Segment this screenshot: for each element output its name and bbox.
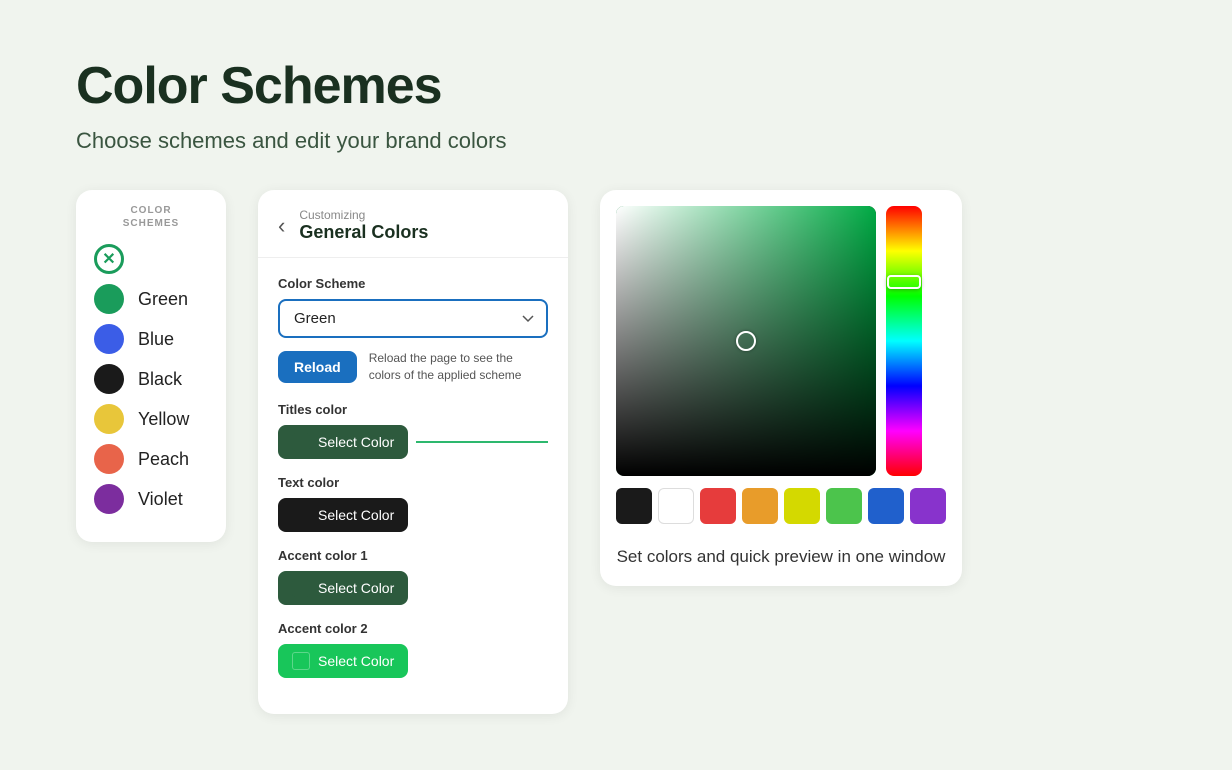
panel-header: ‹ Customizing General Colors	[258, 190, 568, 258]
panel-header-text: Customizing General Colors	[299, 208, 428, 243]
titles-color-btn[interactable]: Select Color	[278, 425, 408, 459]
accent2-color-label: Accent color 2	[278, 621, 548, 636]
scheme-dot-green	[94, 284, 124, 314]
swatch-white[interactable]	[658, 488, 694, 524]
scheme-dot-violet	[94, 484, 124, 514]
accent1-color-btn[interactable]: Select Color	[278, 571, 408, 605]
back-button[interactable]: ‹	[278, 215, 285, 237]
reload-desc: Reload the page to see the colors of the…	[369, 350, 548, 384]
accent1-color-label: Accent color 1	[278, 548, 548, 563]
main-content: COLORSCHEMES ✕ Green Blue Black	[76, 190, 1156, 714]
reload-row: Reload Reload the page to see the colors…	[278, 350, 548, 384]
scheme-item-blue[interactable]: Blue	[94, 324, 208, 354]
reload-button[interactable]: Reload	[278, 351, 357, 383]
text-color-row: Select Color	[278, 498, 548, 532]
swatch-red[interactable]	[700, 488, 736, 524]
titles-color-section: Titles color Select Color	[278, 402, 548, 459]
customize-panel: ‹ Customizing General Colors Color Schem…	[258, 190, 568, 714]
page-wrapper: Color Schemes Choose schemes and edit yo…	[36, 16, 1196, 754]
swatch-green[interactable]	[826, 488, 862, 524]
titles-color-line	[416, 441, 548, 443]
scheme-name-black: Black	[138, 369, 182, 390]
scheme-item-peach[interactable]: Peach	[94, 444, 208, 474]
titles-color-swatch	[292, 433, 310, 451]
swatch-black[interactable]	[616, 488, 652, 524]
scheme-item-yellow[interactable]: Yellow	[94, 404, 208, 434]
color-swatches-row	[616, 488, 946, 524]
accent1-color-section: Accent color 1 Select Color	[278, 548, 548, 605]
scheme-dot-peach	[94, 444, 124, 474]
titles-color-label: Titles color	[278, 402, 548, 417]
accent2-color-btn-label: Select Color	[318, 653, 394, 669]
page-subtitle: Choose schemes and edit your brand color…	[76, 128, 1156, 154]
text-color-btn[interactable]: Select Color	[278, 498, 408, 532]
text-color-label: Text color	[278, 475, 548, 490]
text-color-swatch	[292, 506, 310, 524]
scheme-item-black[interactable]: Black	[94, 364, 208, 394]
schemes-sidebar-label: COLORSCHEMES	[94, 204, 208, 230]
swatch-purple[interactable]	[910, 488, 946, 524]
text-color-btn-label: Select Color	[318, 507, 394, 523]
panel-body: Color Scheme Green Blue Black Yellow Pea…	[258, 258, 568, 714]
swatch-orange[interactable]	[742, 488, 778, 524]
accent1-color-row: Select Color	[278, 571, 548, 605]
accent1-color-btn-label: Select Color	[318, 580, 394, 596]
color-picker-main	[616, 206, 946, 476]
accent2-color-row: Select Color	[278, 644, 548, 678]
scheme-dot-x: ✕	[94, 244, 124, 274]
schemes-sidebar: COLORSCHEMES ✕ Green Blue Black	[76, 190, 226, 542]
scheme-name-yellow: Yellow	[138, 409, 189, 430]
scheme-dot-black	[94, 364, 124, 394]
titles-color-btn-label: Select Color	[318, 434, 394, 450]
hue-handle	[887, 275, 921, 289]
scheme-name-green: Green	[138, 289, 188, 310]
text-color-section: Text color Select Color	[278, 475, 548, 532]
accent1-color-swatch	[292, 579, 310, 597]
scheme-name-violet: Violet	[138, 489, 183, 510]
gradient-black	[616, 206, 876, 476]
hue-slider[interactable]	[886, 206, 922, 476]
titles-color-row: Select Color	[278, 425, 548, 459]
page-title: Color Schemes	[76, 56, 1156, 116]
scheme-name-peach: Peach	[138, 449, 189, 470]
swatch-blue[interactable]	[868, 488, 904, 524]
customizing-label: Customizing	[299, 208, 428, 222]
swatch-yellow[interactable]	[784, 488, 820, 524]
accent2-color-section: Accent color 2 Select Color	[278, 621, 548, 678]
accent2-color-swatch	[292, 652, 310, 670]
scheme-name-blue: Blue	[138, 329, 174, 350]
color-picker-panel: Set colors and quick preview in one wind…	[600, 190, 962, 586]
accent2-color-btn[interactable]: Select Color	[278, 644, 408, 678]
scheme-item-selected[interactable]: ✕	[94, 244, 208, 274]
picker-bottom-text: Set colors and quick preview in one wind…	[616, 544, 946, 570]
scheme-dot-blue	[94, 324, 124, 354]
scheme-item-green[interactable]: Green	[94, 284, 208, 314]
panel-title: General Colors	[299, 222, 428, 243]
color-gradient[interactable]	[616, 206, 876, 476]
scheme-dot-yellow	[94, 404, 124, 434]
color-scheme-label: Color Scheme	[278, 276, 548, 291]
color-scheme-select[interactable]: Green Blue Black Yellow Peach Violet	[278, 299, 548, 338]
scheme-item-violet[interactable]: Violet	[94, 484, 208, 514]
